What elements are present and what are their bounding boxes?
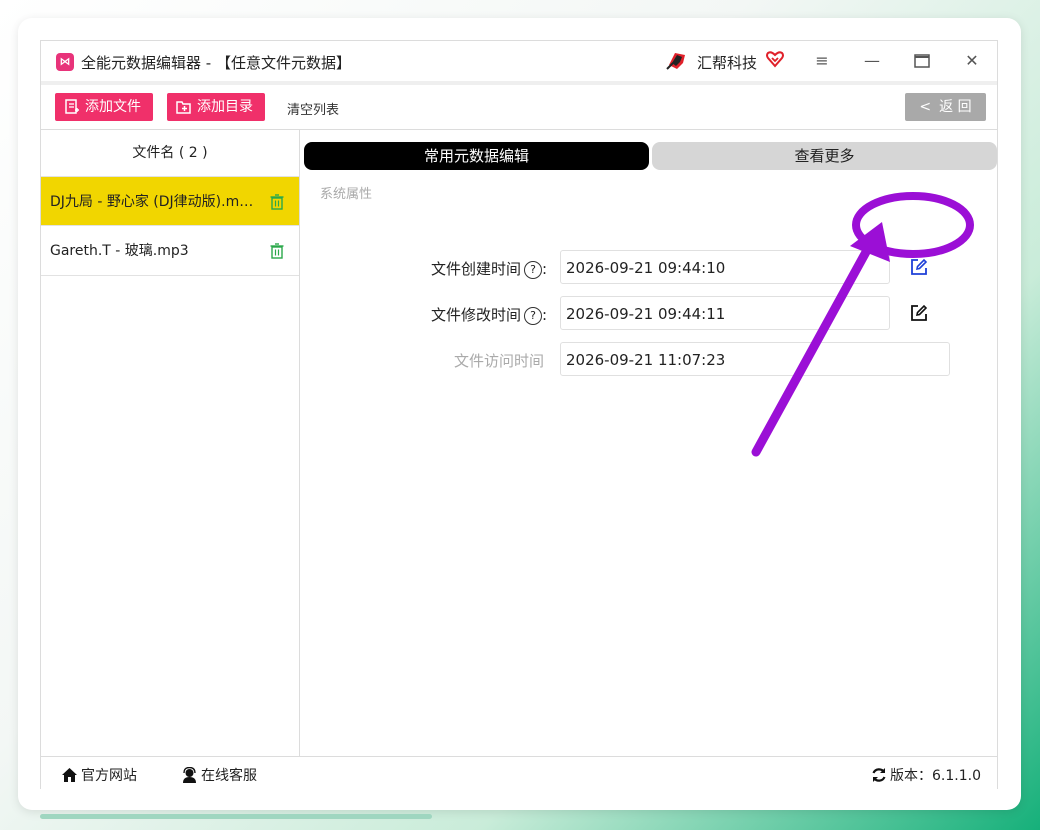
close-icon[interactable]: ✕ <box>961 51 983 71</box>
toolbar: 添加文件 添加目录 清空列表 < 返 回 <box>41 85 997 129</box>
tab-view-more[interactable]: 查看更多 <box>652 142 997 170</box>
brand-logo-icon <box>666 53 685 70</box>
minimize-icon[interactable]: — <box>861 51 883 71</box>
field-label-created: 文件创建时间?: <box>431 260 548 279</box>
add-directory-label: 添加目录 <box>197 99 253 115</box>
add-file-label: 添加文件 <box>85 99 141 115</box>
online-support-link[interactable]: 在线客服 <box>181 765 257 785</box>
section-title: 系统属性 <box>320 187 373 202</box>
help-icon[interactable]: ? <box>524 260 543 279</box>
file-list-header: 文件名 ( 2 ) <box>132 145 208 161</box>
back-label: 返 回 <box>939 99 972 115</box>
title-bar: ⋈ 全能元数据编辑器 - 【任意文件元数据】 汇帮科技 ≡ — ✕ <box>41 41 997 81</box>
tab-common-metadata[interactable]: 常用元数据编辑 <box>304 142 649 170</box>
created-time-input[interactable]: 2026-09-21 09:44:10 <box>560 250 890 284</box>
edit-icon[interactable] <box>910 304 928 322</box>
metadata-panel: 常用元数据编辑 查看更多 系统属性 文件创建时间?: 2026-09-21 09… <box>300 129 997 756</box>
support-label: 在线客服 <box>201 768 257 784</box>
refresh-icon[interactable] <box>871 767 887 783</box>
support-agent-icon <box>183 766 196 783</box>
footer: 官方网站 在线客服 版本：6.1.1.0 <box>41 756 997 789</box>
add-folder-icon <box>176 101 191 114</box>
file-row[interactable]: DJ九局 - 野心家 (DJ律动版).mp3 <box>41 176 299 226</box>
menu-icon[interactable]: ≡ <box>811 51 833 71</box>
version-label: 版本：6.1.1.0 <box>890 768 981 784</box>
clear-list-button[interactable]: 清空列表 <box>287 99 339 118</box>
help-icon[interactable]: ? <box>524 306 543 325</box>
file-list-panel: 文件名 ( 2 ) DJ九局 - 野心家 (DJ律动版).mp3 Gareth.… <box>41 129 300 756</box>
file-name: Gareth.T - 玻璃.mp3 <box>50 243 189 259</box>
app-window: ⋈ 全能元数据编辑器 - 【任意文件元数据】 汇帮科技 ≡ — ✕ 添加文件 添… <box>40 40 998 789</box>
field-label-modified: 文件修改时间?: <box>431 306 548 325</box>
trash-icon[interactable] <box>270 243 284 259</box>
website-label: 官方网站 <box>81 768 137 784</box>
file-name: DJ九局 - 野心家 (DJ律动版).mp3 <box>50 194 255 210</box>
modified-label-text: 文件修改时间 <box>431 306 522 324</box>
modified-time-input[interactable]: 2026-09-21 09:44:11 <box>560 296 890 330</box>
maximize-icon[interactable] <box>911 51 933 71</box>
brand-name: 汇帮科技 <box>697 54 758 72</box>
scroll-strip <box>40 814 432 819</box>
window-title: 全能元数据编辑器 - 【任意文件元数据】 <box>81 54 351 72</box>
trash-icon[interactable] <box>270 194 284 210</box>
accessed-label-text: 文件访问时间 <box>454 352 545 370</box>
add-file-button[interactable]: 添加文件 <box>55 93 153 121</box>
home-icon <box>62 768 77 782</box>
bowtie-logo-icon: ⋈ <box>56 53 74 71</box>
created-label-text: 文件创建时间 <box>431 260 522 278</box>
heart-icon[interactable] <box>765 49 785 69</box>
version-info: 版本：6.1.1.0 <box>871 765 981 785</box>
edit-icon[interactable] <box>910 258 928 276</box>
accessed-time-input: 2026-09-21 11:07:23 <box>560 342 950 376</box>
official-website-link[interactable]: 官方网站 <box>61 765 137 785</box>
file-row[interactable]: Gareth.T - 玻璃.mp3 <box>41 226 299 276</box>
chevron-left-icon: < <box>919 99 932 115</box>
back-button[interactable]: < 返 回 <box>905 93 986 121</box>
field-label-accessed: 文件访问时间 <box>454 350 544 371</box>
add-directory-button[interactable]: 添加目录 <box>167 93 265 121</box>
add-file-icon <box>65 99 79 114</box>
